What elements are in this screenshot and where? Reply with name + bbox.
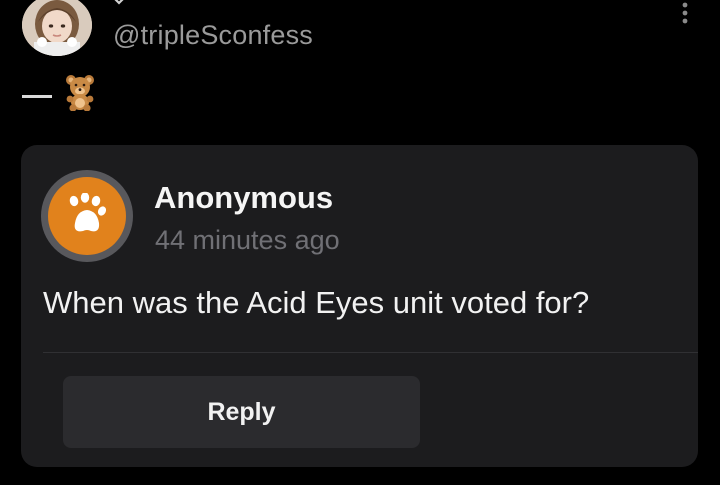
sender-name: Anonymous bbox=[154, 180, 334, 215]
anonymous-avatar bbox=[41, 170, 133, 262]
post-header: @tripleSconfess bbox=[0, 0, 720, 70]
question-text: When was the Acid Eyes unit voted for? bbox=[43, 285, 590, 320]
more-options-button[interactable] bbox=[672, 0, 698, 28]
teddy-bear-icon bbox=[62, 73, 98, 112]
username-handle[interactable]: @tripleSconfess bbox=[113, 19, 313, 51]
reply-button-label: Reply bbox=[207, 397, 276, 426]
chevron-down-icon[interactable] bbox=[108, 0, 130, 10]
timestamp: 44 minutes ago bbox=[155, 225, 340, 255]
avatar[interactable] bbox=[22, 0, 92, 56]
paw-icon bbox=[69, 193, 107, 232]
reply-button[interactable]: Reply bbox=[63, 376, 420, 448]
more-vertical-icon bbox=[682, 2, 688, 24]
anonymous-avatar-circle bbox=[48, 177, 126, 255]
em-dash bbox=[22, 95, 52, 98]
anonymous-question-card: Anonymous 44 minutes ago When was the Ac… bbox=[21, 145, 698, 467]
divider bbox=[43, 352, 698, 353]
